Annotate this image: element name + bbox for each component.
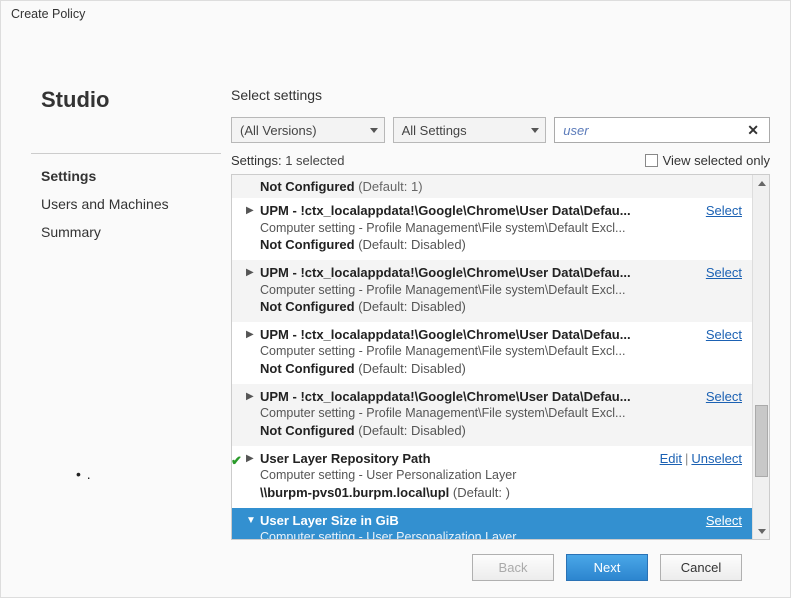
search-input[interactable] [561,122,743,139]
setting-desc: Computer setting - User Personalization … [260,467,744,484]
row-actions: Select [706,388,742,406]
scroll-thumb[interactable] [755,405,768,477]
setting-row[interactable]: ▶ SelectUPM - !ctx_localappdata!\Google\C… [232,198,752,260]
titlebar: Create Policy [1,1,790,27]
view-selected-only[interactable]: View selected only [645,153,770,168]
row-actions: Select [706,202,742,220]
setting-desc: Computer setting - Profile Management\Fi… [260,282,744,299]
setting-row[interactable]: ▶ SelectUPM - !ctx_localappdata!\Google\C… [232,384,752,446]
back-button[interactable]: Back [472,554,554,581]
setting-status: Not Configured (Default: Disabled) [260,298,744,316]
row-actions: Select [706,264,742,282]
nav-users-machines[interactable]: Users and Machines [31,190,221,218]
setting-status: Not Configured (Default: Disabled) [260,360,744,378]
setting-title: UPM - !ctx_localappdata!\Google\Chrome\U… [260,202,744,220]
cancel-button[interactable]: Cancel [660,554,742,581]
panel-title: Select settings [231,87,770,103]
setting-row[interactable]: ✔▶Edit|UnselectUser Layer Repository Pat… [232,446,752,508]
setting-status: \\burpm-pvs01.burpm.local\upl (Default: … [260,484,744,502]
chevron-right-icon[interactable]: ▶ [246,204,254,218]
setting-status: Not Configured (Default: Disabled) [260,422,744,440]
main-panel: Select settings (All Versions) All Setti… [221,37,770,597]
select-link[interactable]: Select [706,513,742,528]
search-box[interactable]: ✕ [554,117,770,143]
chevron-right-icon[interactable]: ▶ [246,266,254,280]
scrollbar[interactable] [752,175,769,539]
scroll-up-icon[interactable] [753,175,770,191]
clear-search-icon[interactable]: ✕ [743,122,763,139]
filter-dropdown[interactable]: All Settings [393,117,547,143]
setting-row[interactable]: ▼ SelectUser Layer Size in GiBComputer se… [232,508,752,539]
select-link[interactable]: Select [706,389,742,404]
view-selected-only-label: View selected only [663,153,770,168]
loading-spinner: • . [76,466,221,482]
settings-list[interactable]: Not Configured (Default: 1)▶SelectUPM - … [232,175,752,539]
setting-title: User Layer Size in GiB [260,512,744,530]
sidebar: Studio Settings Users and Machines Summa… [31,37,221,597]
setting-desc: Computer setting - Profile Management\Fi… [260,405,744,422]
unselect-link[interactable]: Unselect [691,451,742,466]
setting-row-partial[interactable]: Not Configured (Default: 1) [232,175,752,198]
nav-settings[interactable]: Settings [31,162,221,190]
setting-desc: Computer setting - Profile Management\Fi… [260,343,744,360]
setting-title: UPM - !ctx_localappdata!\Google\Chrome\U… [260,326,744,344]
setting-row[interactable]: ▶ SelectUPM - !ctx_localappdata!\Google\C… [232,260,752,322]
setting-title: UPM - !ctx_localappdata!\Google\Chrome\U… [260,388,744,406]
setting-desc: Computer setting - User Personalization … [260,529,744,539]
versions-dropdown-label: (All Versions) [240,123,317,138]
chevron-down-icon [531,128,539,133]
edit-link[interactable]: Edit [660,451,682,466]
check-icon: ✔ [232,452,242,470]
studio-heading: Studio [31,87,221,113]
settings-count: Settings: 1 selected [231,153,344,168]
scroll-down-icon[interactable] [753,523,770,539]
setting-title: UPM - !ctx_localappdata!\Google\Chrome\U… [260,264,744,282]
chevron-down-icon[interactable]: ▼ [246,514,256,528]
chevron-right-icon[interactable]: ▶ [246,390,254,404]
setting-desc: Computer setting - Profile Management\Fi… [260,220,744,237]
select-link[interactable]: Select [706,203,742,218]
checkbox-icon[interactable] [645,154,658,167]
row-actions: Select [706,512,742,530]
versions-dropdown[interactable]: (All Versions) [231,117,385,143]
chevron-right-icon[interactable]: ▶ [246,328,254,342]
setting-row[interactable]: ▶ SelectUPM - !ctx_localappdata!\Google\C… [232,322,752,384]
nav-summary[interactable]: Summary [31,218,221,246]
row-actions: Select [706,326,742,344]
next-button[interactable]: Next [566,554,648,581]
filter-dropdown-label: All Settings [402,123,467,138]
chevron-down-icon [370,128,378,133]
select-link[interactable]: Select [706,265,742,280]
chevron-right-icon[interactable]: ▶ [246,452,254,466]
select-link[interactable]: Select [706,327,742,342]
setting-status: Not Configured (Default: Disabled) [260,236,744,254]
row-actions: Edit|Unselect [660,450,742,468]
